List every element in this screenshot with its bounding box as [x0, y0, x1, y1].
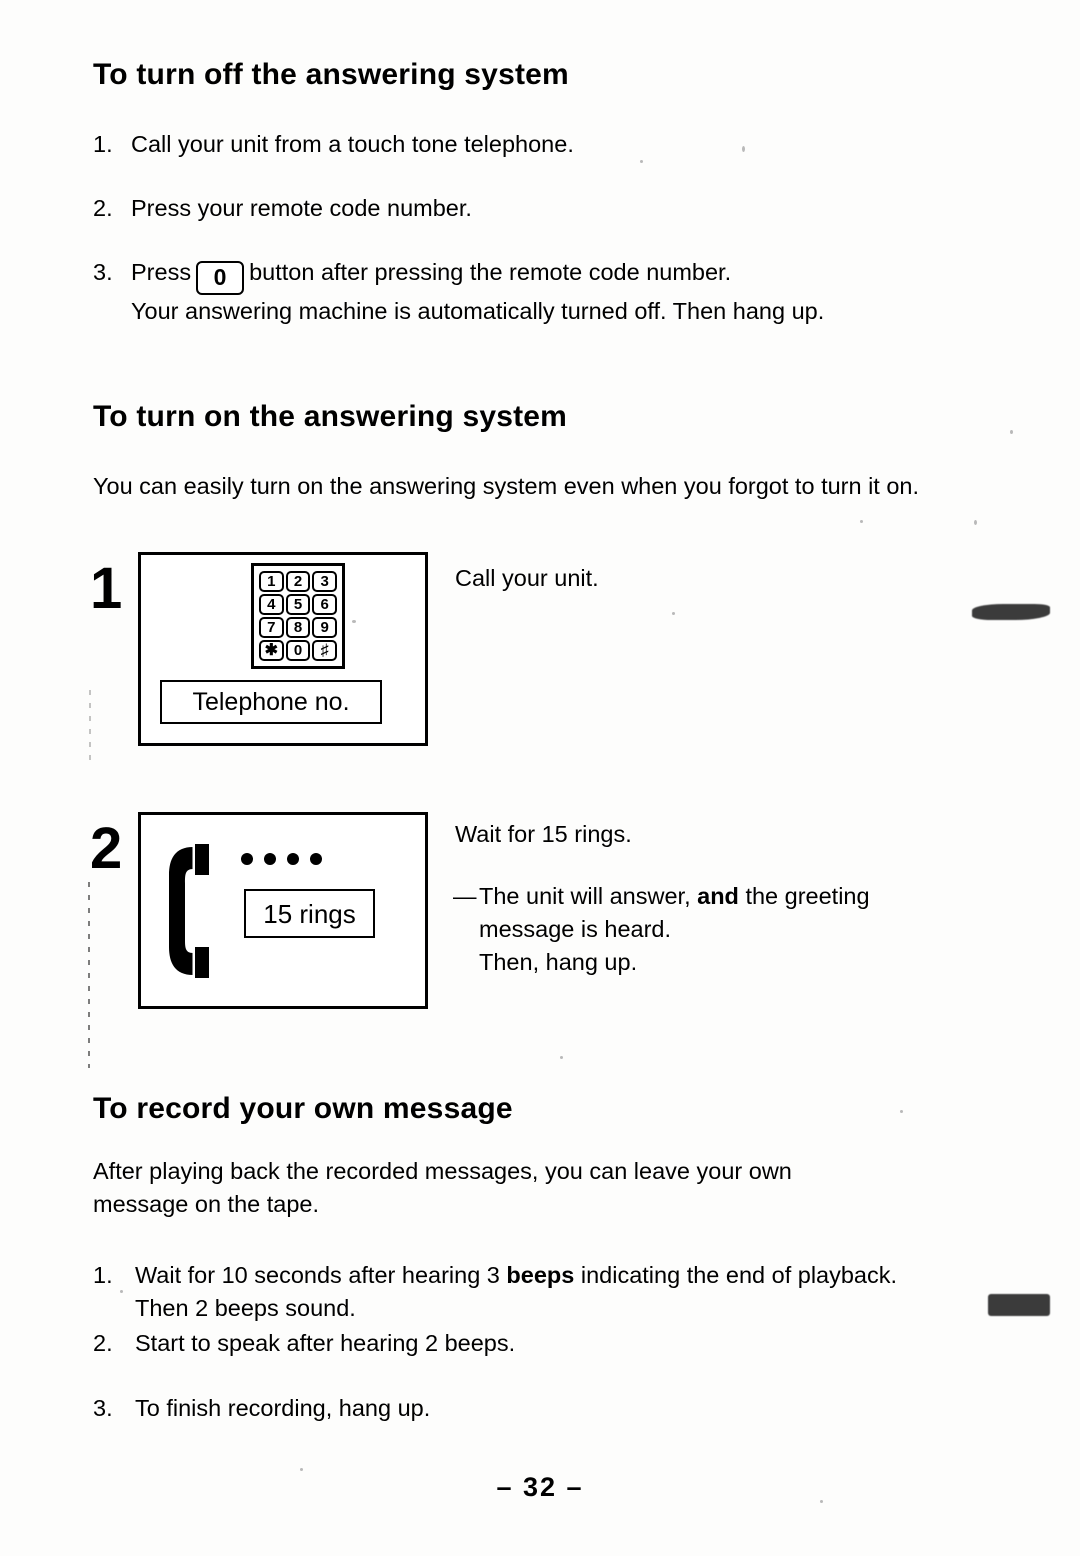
list-number: 2.	[93, 1330, 113, 1356]
caption-step-1: Call your unit.	[455, 565, 599, 591]
scan-speck	[560, 1056, 563, 1059]
list-number: 1.	[93, 131, 113, 157]
step-number-2: 2	[90, 816, 123, 881]
note-line2: message is heard.	[479, 916, 672, 942]
record1-line1-b: indicating the end of playback.	[580, 1262, 898, 1288]
list-text: Call your unit from a touch tone telepho…	[131, 131, 574, 157]
list-number: 3.	[93, 259, 113, 285]
scan-speck	[672, 612, 675, 615]
keypad-key-6: 6	[312, 594, 337, 615]
list-item-off-3: 3. Press 0 button after pressing the remot…	[93, 256, 983, 328]
list-text: Press your remote code number.	[131, 195, 472, 221]
keypad-key-0: 0	[285, 640, 311, 661]
scan-line-artifact	[89, 690, 91, 760]
keypad-key-star: ✱	[259, 640, 284, 661]
keypad-key-7: 7	[259, 617, 284, 638]
caption-step-2: Wait for 15 rings.	[455, 821, 632, 847]
page-number: – 32 –	[496, 1472, 584, 1502]
scan-speck	[640, 160, 643, 163]
note-line1-a: The unit will answer,	[479, 883, 691, 909]
scan-line-artifact	[88, 882, 90, 1068]
step-number-1: 1	[90, 556, 123, 621]
em-dash: —	[453, 883, 477, 909]
record1-line1-bold: beeps	[506, 1262, 575, 1288]
keypad-key-9: 9	[312, 617, 337, 638]
intro-record-message: After playing back the recorded messages…	[93, 1155, 993, 1221]
scan-speck	[860, 520, 863, 523]
scan-smudge-artifact	[988, 1294, 1050, 1316]
note-step-2: — The unit will answer, and the greeting…	[453, 880, 973, 979]
keypad-key-4: 4	[259, 594, 284, 615]
list-item-off-2: 2. Press your remote code number.	[93, 192, 973, 225]
note-line3: Then, hang up.	[479, 949, 638, 975]
illustration-box-1: 1 2 3 4 5 6 7 8 9 ✱ 0 ♯ Telephone no.	[138, 552, 428, 746]
keypad-key-5: 5	[285, 594, 311, 615]
scan-speck	[742, 146, 745, 152]
telephone-number-label-box: Telephone no.	[160, 680, 382, 724]
record1-line2: Then 2 beeps sound.	[135, 1295, 356, 1321]
list-text: Press 0 button after pressing the remote c…	[131, 256, 983, 328]
scan-speck	[900, 1110, 903, 1113]
list-item-off-1: 1. Call your unit from a touch tone tele…	[93, 128, 973, 161]
keypad-key-1: 1	[259, 571, 284, 592]
note-line1-b: the greeting	[745, 883, 870, 909]
list-number: 3.	[93, 1395, 113, 1421]
note-line1-bold: and	[697, 883, 739, 909]
record-intro-line1: After playing back the recorded messages…	[93, 1158, 792, 1184]
press-word: Press	[131, 259, 192, 285]
illustrated-step-1: 1 1 2 3 4 5 6 7 8 9 ✱ 0 ♯ Telephone no.	[90, 552, 450, 752]
record1-line1-a: Wait for 10 seconds after hearing 3	[135, 1262, 500, 1288]
scan-speck	[974, 520, 977, 525]
list-item-record-3: 3. To finish recording, hang up.	[93, 1392, 1003, 1425]
intro-turn-on: You can easily turn on the answering sys…	[93, 473, 920, 499]
scan-speck	[820, 1500, 823, 1503]
heading-turn-on: To turn on the answering system	[93, 400, 568, 433]
illustrated-step-2: 2 15 rings	[90, 812, 450, 1027]
scan-smudge-artifact	[972, 604, 1050, 620]
illustration-box-2: 15 rings	[138, 812, 428, 1009]
record2-line1: Start to speak after hearing 2 beeps.	[135, 1330, 516, 1356]
record3-line1: To finish recording, hang up.	[135, 1395, 431, 1421]
list-item-record-2: 2. Start to speak after hearing 2 beeps.	[93, 1327, 1003, 1360]
fifteen-rings-label-box: 15 rings	[244, 889, 375, 938]
record-intro-line2: message on the tape.	[93, 1191, 320, 1217]
keypad-key-2: 2	[285, 571, 311, 592]
after-key-text: button after pressing the remote code nu…	[249, 259, 732, 285]
list-number: 1.	[93, 1262, 113, 1288]
scan-speck	[300, 1468, 303, 1471]
ring-dots-icon	[241, 853, 322, 865]
scan-speck	[352, 620, 356, 623]
zero-key-icon: 0	[196, 261, 245, 295]
telephone-keypad-icon: 1 2 3 4 5 6 7 8 9 ✱ 0 ♯	[251, 563, 345, 669]
keypad-key-3: 3	[312, 571, 337, 592]
heading-turn-off: To turn off the answering system	[93, 58, 569, 91]
list-number: 2.	[93, 195, 113, 221]
telephone-handset-icon	[169, 844, 209, 978]
scan-speck	[120, 1290, 123, 1293]
keypad-key-8: 8	[285, 617, 311, 638]
list-item-record-1: 1. Wait for 10 seconds after hearing 3 b…	[93, 1259, 1003, 1325]
heading-record-message: To record your own message	[93, 1092, 513, 1125]
document-page: To turn off the answering system 1. Call…	[0, 0, 1080, 1556]
keypad-key-hash: ♯	[312, 640, 337, 661]
scan-speck	[1010, 430, 1013, 434]
off-step3-line2: Your answering machine is automatically …	[131, 298, 825, 324]
